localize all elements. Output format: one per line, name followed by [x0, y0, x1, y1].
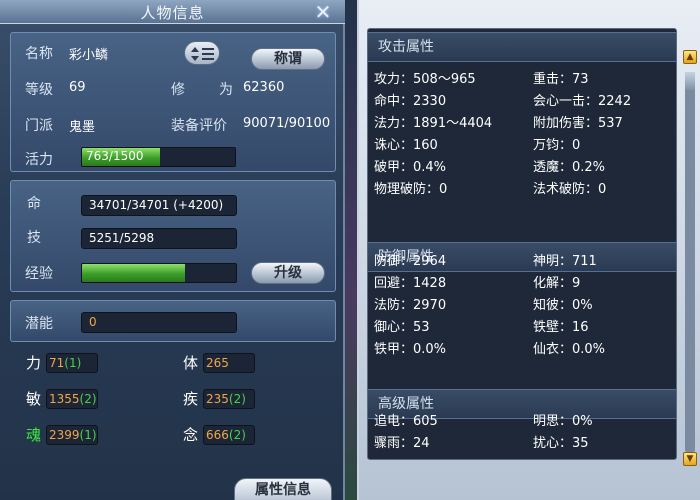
attribute-detail-panel: 攻击属性 防御属性 高级属性 攻力：508～965 重击：73 命中：2330 会心一… [357, 0, 700, 500]
title-button[interactable]: 称谓 [251, 48, 325, 70]
attribute-info-tab[interactable]: 属性信息 [234, 478, 332, 500]
defense-stat: 铁壁：16 [533, 320, 589, 335]
potential-card: 潜能 0 [10, 300, 336, 342]
attr-value: 71 [49, 356, 65, 370]
defense-stat: 仙衣：0.0% [533, 342, 606, 357]
attribute-list[interactable]: 攻击属性 防御属性 高级属性 攻力：508～965 重击：73 命中：2330 会心一… [367, 28, 677, 460]
attr-value: 235 [206, 392, 229, 406]
character-info-panel: 人物信息 ✕ 名称 彩小鳞 称谓 等级 69 修 为 62360 门派 鬼墨 装… [0, 0, 345, 500]
level-label: 等级 [25, 82, 53, 98]
attack-stat: 攻力：508～965 [374, 72, 476, 87]
attack-stat: 命中：2330 [374, 94, 447, 109]
attack-stat: 重击：73 [533, 72, 589, 87]
attack-stat: 诛心：160 [374, 138, 438, 153]
attr-bonus: (1) [64, 356, 82, 370]
vitality-bar: 763/1500 [81, 147, 236, 167]
skill-label: 技 [27, 230, 41, 246]
profile-card: 名称 彩小鳞 称谓 等级 69 修 为 62360 门派 鬼墨 装备评价 900… [10, 32, 336, 172]
scroll-up-arrow-icon[interactable]: ▲ [683, 50, 697, 64]
sect-value: 鬼墨 [69, 120, 96, 135]
exp-fill [82, 264, 186, 282]
scrollbar-thumb[interactable] [685, 72, 695, 90]
vitality-label: 活力 [25, 152, 53, 168]
vitals-card: 命 34701/34701 (+4200) 技 5251/5298 经验 升级 [10, 180, 336, 292]
attack-stat: 透魔：0.2% [533, 160, 606, 175]
defense-stat: 回避：1428 [374, 276, 447, 291]
attr-bonus: (2) [228, 428, 246, 442]
equip-rating-label: 装备评价 [171, 118, 227, 134]
defense-stat: 化解：9 [533, 276, 581, 291]
attr-label: 魂 [26, 426, 42, 444]
attr-label: 疾 [183, 390, 199, 408]
hp-label: 命 [27, 196, 41, 212]
attr-value-box: 1355(2) [46, 389, 98, 409]
level-value: 69 [69, 80, 86, 95]
defense-stat: 法防：2970 [374, 298, 447, 313]
window-title: 人物信息 [140, 4, 205, 22]
attr-value-box: 71(1) [46, 353, 98, 373]
attr-value: 666 [206, 428, 229, 442]
defense-stat: 神明：711 [533, 254, 597, 269]
attack-stat: 法术破防：0 [533, 182, 607, 197]
cultivation-label: 修 [171, 82, 185, 98]
attr-label: 体 [183, 354, 199, 372]
defense-stat: 防御：2964 [374, 254, 447, 269]
skill-value: 5251/5298 [81, 228, 237, 249]
attack-stat: 会心一击：2242 [533, 94, 632, 109]
attr-value: 1355 [49, 392, 80, 406]
attr-bonus: (2) [228, 392, 246, 406]
attack-stat: 附加伤害：537 [533, 116, 623, 131]
attr-label: 念 [183, 426, 199, 444]
attack-stat: 破甲：0.4% [374, 160, 447, 175]
attack-stat: 法力：1891～4404 [374, 116, 493, 131]
attr-label: 敏 [26, 390, 42, 408]
attack-stat: 万钧：0 [533, 138, 581, 153]
equip-rating-value: 90071/90100 [243, 116, 331, 131]
attr-bonus: (2) [79, 392, 97, 406]
attr-value: 2399 [49, 428, 80, 442]
name-value: 彩小鳞 [69, 48, 109, 63]
title-bar[interactable]: 人物信息 ✕ [0, 0, 345, 24]
background-gap [345, 0, 357, 500]
sort-list-icon[interactable] [184, 41, 220, 65]
attr-value-box: 666(2) [203, 425, 255, 445]
hp-value: 34701/34701 (+4200) [81, 195, 237, 216]
close-icon[interactable]: ✕ [312, 1, 334, 23]
upgrade-button[interactable]: 升级 [251, 262, 325, 284]
attr-value-box: 2399(1) [46, 425, 98, 445]
advanced-stat: 骤雨：24 [374, 436, 430, 451]
sect-label: 门派 [25, 118, 53, 134]
defense-stat: 铁甲：0.0% [374, 342, 447, 357]
scrollbar-track[interactable] [685, 72, 695, 452]
advanced-stat: 扰心：35 [533, 436, 589, 451]
advanced-stat: 追电：605 [374, 414, 438, 429]
name-label: 名称 [25, 46, 53, 62]
cultivation-value: 62360 [243, 80, 285, 95]
attr-value-box: 265 [203, 353, 255, 373]
attack-section-header: 攻击属性 [368, 32, 676, 62]
potential-value: 0 [81, 312, 237, 333]
vitality-value: 763/1500 [86, 149, 144, 163]
scroll-down-arrow-icon[interactable]: ▼ [683, 452, 697, 466]
attr-value: 265 [206, 356, 229, 370]
attr-value-box: 235(2) [203, 389, 255, 409]
defense-stat: 御心：53 [374, 320, 430, 335]
advanced-stat: 明思：0% [533, 414, 593, 429]
potential-label: 潜能 [25, 316, 53, 332]
attr-label: 力 [26, 354, 42, 372]
defense-stat: 知彼：0% [533, 298, 593, 313]
attack-stat: 物理破防：0 [374, 182, 448, 197]
exp-bar [81, 263, 237, 283]
exp-label: 经验 [25, 266, 53, 282]
attr-bonus: (1) [79, 428, 97, 442]
cultivation-label-2: 为 [219, 82, 233, 98]
